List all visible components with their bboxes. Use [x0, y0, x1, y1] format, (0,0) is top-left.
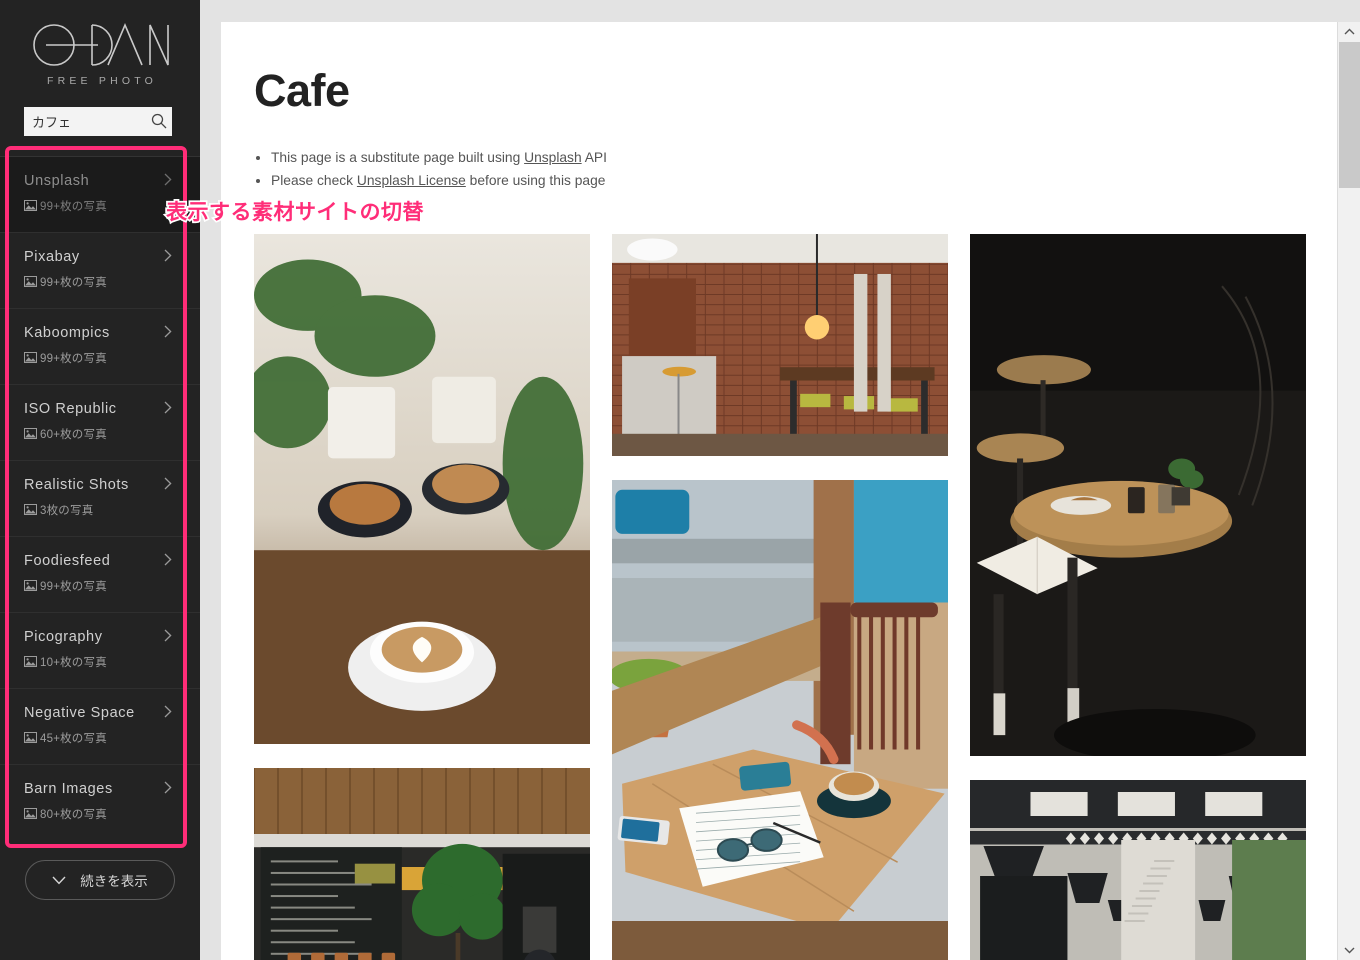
scroll-down-button[interactable]: [1338, 941, 1360, 960]
note-link[interactable]: Unsplash License: [357, 173, 466, 188]
photo-thumbnail[interactable]: [970, 780, 1306, 960]
sidebar: FREE PHOTO Unsplash 99+枚の写真 Pixabay 99+枚の写真…: [0, 0, 200, 960]
photo-image-dark-cafe-table-with-book-and-coffee: [970, 234, 1306, 756]
note-prefix: Please check: [271, 173, 357, 189]
sidebar-item-count: 99+枚の写真: [24, 274, 200, 290]
note-link[interactable]: Unsplash: [524, 150, 582, 165]
sidebar-item-pixabay[interactable]: Pixabay 99+枚の写真: [0, 232, 200, 308]
sidebar-item-foodiesfeed[interactable]: Foodiesfeed 99+枚の写真: [0, 536, 200, 612]
sidebar-item-label: Foodiesfeed: [24, 553, 111, 569]
photo-image-latte-cups-with-plants: [254, 234, 590, 744]
search-box[interactable]: [24, 107, 175, 136]
sidebar-item-iso-republic[interactable]: ISO Republic 60+枚の写真: [0, 384, 200, 460]
brand-tagline: FREE PHOTO: [46, 75, 158, 87]
sidebar-item-count-label: 60+枚の写真: [40, 428, 107, 441]
photo-column: [970, 234, 1306, 960]
page-notes: This page is a substitute page built usi…: [271, 146, 1337, 192]
sidebar-item-count-label: 10+枚の写真: [40, 656, 107, 669]
main-content: Cafe This page is a substitute page buil…: [221, 22, 1337, 960]
sidebar-item-count: 3枚の写真: [24, 502, 200, 518]
sidebar-item-unsplash[interactable]: Unsplash 99+枚の写真: [0, 156, 200, 232]
chevron-right-icon: [164, 249, 172, 262]
chevron-up-icon: [1344, 28, 1355, 35]
odan-logo-icon: [33, 22, 169, 66]
sidebar-item-count-label: 99+枚の写真: [40, 276, 107, 289]
photo-grid: [254, 234, 1337, 960]
photo-column: [254, 234, 590, 960]
photo-icon: [24, 732, 37, 743]
sidebar-item-count: 80+枚の写真: [24, 806, 200, 822]
chevron-right-icon: [164, 173, 172, 186]
chevron-right-icon: [164, 781, 172, 794]
scroll-up-button[interactable]: [1338, 22, 1360, 41]
chevron-right-icon: [164, 477, 172, 490]
photo-icon: [24, 276, 37, 287]
sidebar-item-count: 99+枚の写真: [24, 350, 200, 366]
sidebar-item-count: 45+枚の写真: [24, 730, 200, 746]
photo-image-industrial-cafe-with-hanging-lamps: [970, 780, 1306, 960]
photo-icon: [24, 352, 37, 363]
photo-thumbnail[interactable]: [254, 234, 590, 744]
page-note: Please check Unsplash License before usi…: [271, 169, 1337, 192]
site-list: Unsplash 99+枚の写真 Pixabay 99+枚の写真 Kaboompics 9…: [0, 156, 200, 840]
sidebar-item-picography[interactable]: Picography 10+枚の写真: [0, 612, 200, 688]
photo-icon: [24, 504, 37, 515]
sidebar-item-label: Unsplash: [24, 173, 90, 189]
sidebar-item-count-label: 99+枚の写真: [40, 580, 107, 593]
search-input[interactable]: [24, 107, 172, 136]
sidebar-item-count-label: 99+枚の写真: [40, 200, 107, 213]
chevron-down-icon: [1344, 947, 1355, 954]
chevron-right-icon: [164, 629, 172, 642]
sidebar-item-count: 60+枚の写真: [24, 426, 200, 442]
chevron-down-icon: [52, 876, 66, 884]
photo-icon: [24, 808, 37, 819]
photo-thumbnail[interactable]: [970, 234, 1306, 756]
sidebar-item-count-label: 99+枚の写真: [40, 352, 107, 365]
note-prefix: This page is a substitute page built usi…: [271, 150, 525, 165]
sidebar-item-label: Pixabay: [24, 249, 80, 265]
photo-icon: [24, 656, 37, 667]
sidebar-item-count-label: 3枚の写真: [40, 504, 94, 517]
sidebar-item-count: 99+枚の写真: [24, 578, 200, 594]
sidebar-item-barn-images[interactable]: Barn Images 80+枚の写真: [0, 764, 200, 840]
note-suffix: API: [581, 150, 607, 165]
sidebar-item-count-label: 45+枚の写真: [40, 732, 107, 745]
photo-thumbnail[interactable]: [612, 234, 948, 456]
sidebar-item-kaboompics[interactable]: Kaboompics 99+枚の写真: [0, 308, 200, 384]
sidebar-item-negative-space[interactable]: Negative Space 45+枚の写真: [0, 688, 200, 764]
photo-icon: [24, 580, 37, 591]
scrollbar-thumb[interactable]: [1339, 42, 1360, 188]
chevron-right-icon: [164, 705, 172, 718]
sidebar-item-count: 10+枚の写真: [24, 654, 200, 670]
sidebar-item-count: 99+枚の写真: [24, 198, 200, 214]
app-root: FREE PHOTO Unsplash 99+枚の写真 Pixabay 99+枚の写真…: [0, 0, 1360, 960]
sidebar-item-label: Negative Space: [24, 705, 135, 721]
show-more-button[interactable]: 続きを表示: [25, 860, 175, 900]
sidebar-item-label: Barn Images: [24, 781, 113, 797]
show-more-label: 続きを表示: [80, 874, 148, 889]
chevron-right-icon: [164, 325, 172, 338]
photo-column: [612, 234, 948, 960]
sidebar-item-label: ISO Republic: [24, 401, 117, 417]
photo-image-brick-wall-bar-with-stools: [612, 234, 948, 456]
chevron-right-icon: [164, 401, 172, 414]
sidebar-item-realistic-shots[interactable]: Realistic Shots 3枚の写真: [0, 460, 200, 536]
sidebar-item-label: Picography: [24, 629, 103, 645]
page-note: This page is a substitute page built usi…: [271, 146, 1337, 169]
photo-image-window-table-with-coffee-notebook-and-sunglasses: [612, 480, 948, 960]
sidebar-item-count-label: 80+枚の写真: [40, 808, 107, 821]
photo-thumbnail[interactable]: [254, 768, 590, 960]
photo-thumbnail[interactable]: [612, 480, 948, 960]
sidebar-item-label: Realistic Shots: [24, 477, 129, 493]
photo-icon: [24, 200, 37, 211]
page-title: Cafe: [254, 65, 350, 116]
photo-icon: [24, 428, 37, 439]
note-suffix: before using this page: [465, 173, 606, 189]
vertical-scrollbar[interactable]: [1337, 22, 1360, 960]
photo-image-cafe-interior-with-chairs-and-plants: [254, 768, 590, 960]
brand-logo[interactable]: FREE PHOTO: [0, 0, 200, 87]
sidebar-item-label: Kaboompics: [24, 325, 110, 341]
chevron-right-icon: [164, 553, 172, 566]
